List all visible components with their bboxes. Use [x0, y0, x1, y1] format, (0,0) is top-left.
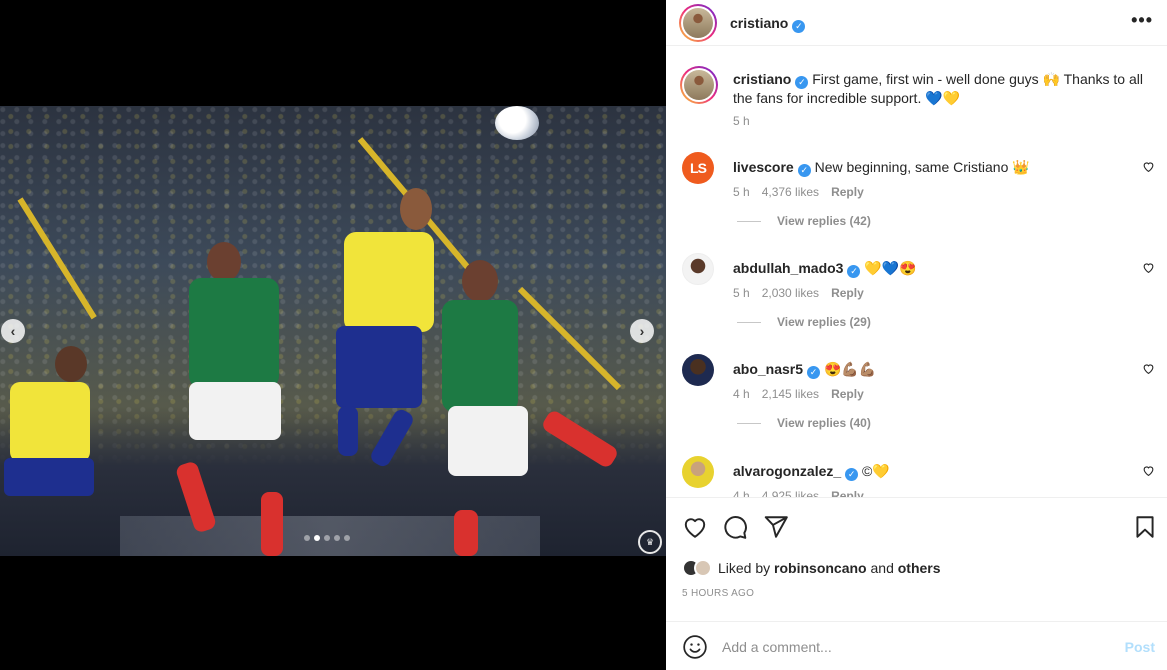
- comment-bubble-icon[interactable]: [722, 514, 748, 540]
- post-media: ‹ › ♛: [0, 0, 666, 670]
- author-username[interactable]: cristiano: [730, 15, 788, 31]
- liker-avatar: [694, 559, 712, 577]
- caption-text: First game, first win - well done guys 🙌…: [733, 71, 1143, 106]
- view-replies-label: View replies (29): [777, 315, 871, 329]
- comment-text: 😍💪🏽💪🏽: [823, 361, 877, 377]
- reply-button[interactable]: Reply: [831, 489, 864, 497]
- comments-list[interactable]: cristiano ✓ First game, first win - well …: [666, 47, 1167, 497]
- comment-body: livescore ✓ New beginning, same Cristiano…: [733, 158, 1113, 177]
- verified-badge-icon: ✓: [797, 164, 811, 177]
- comment-text: ©💛: [862, 463, 890, 479]
- carousel-dot-active: [314, 535, 320, 541]
- author-name-row: cristiano ✓: [730, 15, 806, 33]
- verified-badge-icon: ✓: [847, 265, 861, 278]
- comment-username[interactable]: livescore: [733, 159, 794, 175]
- caption-time[interactable]: 5 h: [733, 114, 750, 128]
- emoji-smiley-icon[interactable]: [682, 634, 708, 660]
- football: [495, 106, 539, 140]
- carousel-prev-button[interactable]: ‹: [1, 319, 25, 343]
- post-header: cristiano ✓ •••: [666, 0, 1167, 46]
- view-replies-button[interactable]: View replies (42): [737, 214, 871, 228]
- reply-button[interactable]: Reply: [831, 185, 864, 199]
- carousel-dots: [304, 535, 350, 541]
- post-comment-button[interactable]: Post: [1125, 639, 1155, 655]
- club-crest-icon: ♛: [638, 530, 662, 554]
- save-bookmark-icon[interactable]: [1132, 514, 1158, 540]
- caption-username[interactable]: cristiano: [733, 71, 791, 87]
- carousel-next-button[interactable]: ›: [630, 319, 654, 343]
- comment-item: alvarogonzalez_ ✓ ©💛 4 h 4,925 likes Repl…: [680, 456, 1167, 497]
- caption-text-block: cristiano ✓ First game, first win - well …: [733, 70, 1143, 108]
- liked-by-user[interactable]: robinsoncano: [774, 560, 867, 576]
- post-time-ago[interactable]: 5 HOURS AGO: [682, 588, 754, 599]
- commenter-avatar[interactable]: LS: [682, 152, 714, 184]
- comment-likes[interactable]: 4,925 likes: [762, 489, 819, 497]
- player-green-right: [440, 260, 660, 556]
- liked-by-others[interactable]: others: [898, 560, 941, 576]
- commenter-avatar[interactable]: [682, 456, 714, 488]
- comment-username[interactable]: alvarogonzalez_: [733, 463, 841, 479]
- comment-likes[interactable]: 4,376 likes: [762, 185, 819, 199]
- comment-username[interactable]: abo_nasr5: [733, 361, 803, 377]
- comment-meta: 4 h 4,925 likes Reply: [733, 489, 864, 497]
- comment-body: abo_nasr5 ✓ 😍💪🏽💪🏽: [733, 360, 1113, 379]
- post-photo[interactable]: [0, 106, 666, 556]
- comment-meta: 4 h 2,145 likes Reply: [733, 387, 864, 401]
- post-panel: cristiano ✓ ••• cristiano ✓ First game, fi…: [666, 0, 1167, 670]
- view-replies-label: View replies (42): [777, 214, 871, 228]
- player-yellow-left: [0, 346, 110, 556]
- comment-meta: 5 h 4,376 likes Reply: [733, 185, 864, 199]
- comment-time[interactable]: 4 h: [733, 489, 750, 497]
- carousel-dot: [304, 535, 310, 541]
- liked-by-and: and: [870, 560, 894, 576]
- comment-username[interactable]: abdullah_mado3: [733, 260, 843, 276]
- share-paper-plane-icon[interactable]: [763, 514, 789, 540]
- comment-item: abo_nasr5 ✓ 😍💪🏽💪🏽 4 h 2,145 likes Reply V…: [680, 354, 1167, 454]
- comment-like-heart-icon[interactable]: [1142, 160, 1155, 173]
- comment-time[interactable]: 4 h: [733, 387, 750, 401]
- comment-item: abdullah_mado3 ✓ 💛💙😍 5 h 2,030 likes Repl…: [680, 253, 1167, 353]
- reply-button[interactable]: Reply: [831, 286, 864, 300]
- caption-avatar[interactable]: [680, 66, 718, 104]
- comment-text: New beginning, same Cristiano 👑: [814, 159, 1030, 175]
- comment-meta: 5 h 2,030 likes Reply: [733, 286, 864, 300]
- carousel-dot: [344, 535, 350, 541]
- comment-item: LS livescore ✓ New beginning, same Cristi…: [680, 152, 1167, 252]
- comment-time[interactable]: 5 h: [733, 185, 750, 199]
- liked-by-row[interactable]: Liked by robinsoncano and others: [682, 559, 941, 577]
- comment-body: alvarogonzalez_ ✓ ©💛: [733, 462, 1113, 481]
- comment-body: abdullah_mado3 ✓ 💛💙😍: [733, 259, 1113, 278]
- view-replies-button[interactable]: View replies (40): [737, 416, 871, 430]
- verified-badge-icon: ✓: [807, 366, 821, 379]
- player-cristiano: [320, 188, 450, 488]
- verified-badge-icon: ✓: [792, 20, 806, 33]
- verified-badge-icon: ✓: [845, 468, 859, 481]
- comment-time[interactable]: 5 h: [733, 286, 750, 300]
- comment-text: 💛💙😍: [864, 260, 917, 276]
- view-replies-button[interactable]: View replies (29): [737, 315, 871, 329]
- post-actions: Liked by robinsoncano and others 5 HOURS…: [666, 497, 1167, 670]
- reply-button[interactable]: Reply: [831, 387, 864, 401]
- comment-input[interactable]: [722, 636, 1102, 658]
- comment-likes[interactable]: 2,030 likes: [762, 286, 819, 300]
- commenter-avatar[interactable]: [682, 253, 714, 285]
- verified-badge-icon: ✓: [795, 76, 809, 89]
- carousel-dot: [324, 535, 330, 541]
- comment-like-heart-icon[interactable]: [1142, 362, 1155, 375]
- commenter-avatar[interactable]: [682, 354, 714, 386]
- comment-like-heart-icon[interactable]: [1142, 464, 1155, 477]
- author-avatar[interactable]: [679, 4, 717, 42]
- view-replies-label: View replies (40): [777, 416, 871, 430]
- player-green-left: [174, 242, 305, 556]
- more-options-icon[interactable]: •••: [1131, 10, 1153, 31]
- like-heart-icon[interactable]: [682, 514, 708, 540]
- comment-like-heart-icon[interactable]: [1142, 261, 1155, 274]
- liked-by-prefix: Liked by: [718, 560, 771, 576]
- comment-likes[interactable]: 2,145 likes: [762, 387, 819, 401]
- add-comment-bar: Post: [666, 621, 1167, 670]
- carousel-dot: [334, 535, 340, 541]
